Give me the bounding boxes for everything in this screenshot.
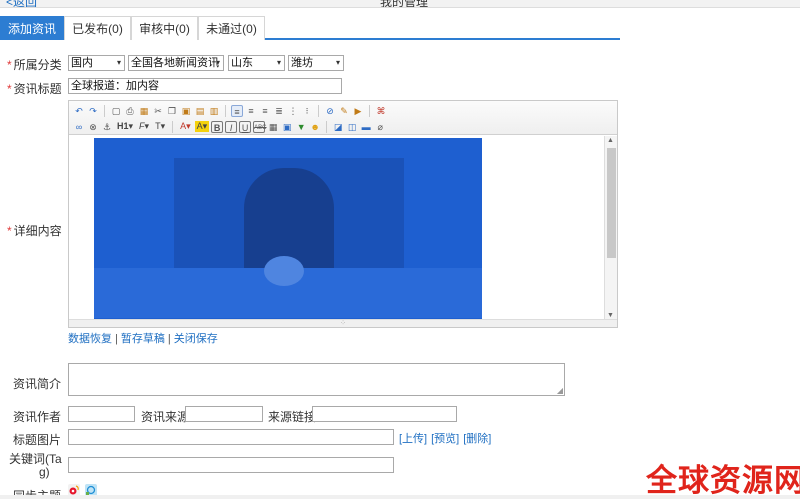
italic-button[interactable]: I bbox=[225, 120, 238, 133]
title-image-label: 标题图片 bbox=[13, 433, 62, 447]
title-image-actions: [上传] [预览] [删除] bbox=[399, 430, 495, 446]
source-input[interactable] bbox=[185, 406, 263, 422]
scrollbar-thumb[interactable] bbox=[607, 148, 616, 258]
editor-resize-handle[interactable]: ⁘ bbox=[69, 319, 617, 327]
category-select-1[interactable]: 国内 ▾ bbox=[68, 55, 125, 71]
flash-icon[interactable]: ▼ bbox=[295, 121, 307, 133]
preview-icon[interactable]: ▢ bbox=[110, 105, 122, 117]
chevron-down-icon: ▾ bbox=[116, 58, 121, 67]
tab-rejected[interactable]: 未通过(0) bbox=[198, 16, 265, 40]
scroll-down-icon[interactable]: ▼ bbox=[607, 312, 614, 319]
keywords-input[interactable] bbox=[68, 457, 394, 473]
summary-label: 资讯简介 bbox=[13, 377, 62, 391]
strikethrough-button[interactable]: ABC bbox=[253, 120, 267, 133]
copy-icon[interactable]: ❐ bbox=[166, 105, 178, 117]
category-select-2[interactable]: 全国各地新闻资讯 ▾ bbox=[128, 55, 224, 71]
content-label: * 详细内容 bbox=[7, 224, 62, 238]
paste-icon[interactable]: ▣ bbox=[180, 105, 192, 117]
title-input[interactable]: 全球报道：加内容 bbox=[68, 78, 342, 94]
category-select-4[interactable]: 潍坊 ▾ bbox=[288, 55, 344, 71]
author-input[interactable] bbox=[68, 406, 135, 422]
rich-text-editor[interactable]: ↶ ↷ ▢ ⎙ ▦ ✂ ❐ ▣ ▤ ▥ ≡ ≡ ≡ ≣ ⋮ ⁝ ⊘ ✎ ▶ ⌘ … bbox=[68, 100, 618, 328]
chevron-down-icon: ▾ bbox=[215, 58, 220, 67]
select-all-icon[interactable]: ▶ bbox=[352, 105, 364, 117]
brush-icon[interactable]: ✎ bbox=[338, 105, 350, 117]
align-left-icon[interactable]: ≡ bbox=[231, 104, 243, 117]
align-center-icon[interactable]: ≡ bbox=[245, 105, 257, 117]
chevron-down-icon: ▾ bbox=[335, 58, 340, 67]
save-draft-link[interactable]: 暂存草稿 bbox=[121, 333, 165, 345]
source-label: 资讯来源 bbox=[141, 410, 190, 424]
back-link[interactable]: <返回 bbox=[6, 0, 37, 7]
tab-pending[interactable]: 审核中(0) bbox=[131, 16, 198, 40]
print-icon[interactable]: ⎙ bbox=[124, 105, 136, 117]
insert-image-icon[interactable]: ◪ bbox=[332, 121, 344, 133]
author-label: 资讯作者 bbox=[13, 410, 62, 424]
table-icon[interactable]: ▦ bbox=[267, 121, 279, 133]
paste-word-icon[interactable]: ▥ bbox=[208, 105, 220, 117]
keywords-label: 关键词(Ta g) bbox=[9, 452, 62, 479]
editor-toolbar: ↶ ↷ ▢ ⎙ ▦ ✂ ❐ ▣ ▤ ▥ ≡ ≡ ≡ ≣ ⋮ ⁝ ⊘ ✎ ▶ ⌘ … bbox=[69, 101, 617, 135]
attachment-icon[interactable]: ⌀ bbox=[374, 121, 386, 133]
anchor-icon[interactable]: ⚓ bbox=[101, 121, 113, 133]
watermark-logo: 全球资源网 bbox=[646, 463, 800, 499]
tab-bar: 添加资讯 已发布(0) 审核中(0) 未通过(0) bbox=[0, 16, 620, 40]
image-icon[interactable]: ▣ bbox=[281, 121, 293, 133]
title-label: * 资讯标题 bbox=[7, 82, 62, 96]
font-color-icon[interactable]: A▾ bbox=[178, 121, 193, 132]
clear-format-icon[interactable]: ⊘ bbox=[324, 105, 336, 117]
top-header: <返回 我的管理 bbox=[0, 0, 800, 8]
cut-icon[interactable]: ✂ bbox=[152, 105, 164, 117]
required-mark: * bbox=[7, 58, 12, 72]
resize-grip-icon[interactable]: ◢ bbox=[557, 386, 563, 395]
tab-published[interactable]: 已发布(0) bbox=[64, 16, 131, 40]
highlight-icon[interactable]: A▾ bbox=[194, 121, 210, 132]
restore-data-link[interactable]: 数据恢复 bbox=[68, 333, 112, 345]
title-image-input[interactable] bbox=[68, 429, 394, 445]
category-label: * 所属分类 bbox=[7, 58, 62, 72]
editor-scrollbar[interactable]: ▲ ▼ bbox=[604, 136, 617, 320]
unordered-list-icon[interactable]: ⁝ bbox=[301, 105, 313, 117]
bold-button[interactable]: B bbox=[211, 120, 224, 133]
align-justify-icon[interactable]: ≣ bbox=[273, 105, 285, 117]
source-icon[interactable]: ⌘ bbox=[375, 105, 387, 117]
source-link-input[interactable] bbox=[312, 406, 457, 422]
insert-media-icon[interactable]: ◫ bbox=[346, 121, 358, 133]
preview-link[interactable]: [预览] bbox=[431, 433, 459, 445]
tab-add-news[interactable]: 添加资讯 bbox=[0, 16, 64, 40]
undo-icon[interactable]: ↶ bbox=[73, 105, 85, 117]
unlink-icon[interactable]: ⊗ bbox=[87, 121, 99, 133]
paste-text-icon[interactable]: ▤ bbox=[194, 105, 206, 117]
font-size-button[interactable]: T▾ bbox=[153, 121, 167, 132]
category-select-3[interactable]: 山东 ▾ bbox=[228, 55, 285, 71]
link-icon[interactable]: ∞ bbox=[73, 121, 85, 133]
delete-link[interactable]: [删除] bbox=[463, 433, 491, 445]
font-family-button[interactable]: F▾ bbox=[137, 121, 151, 132]
scroll-up-icon[interactable]: ▲ bbox=[607, 137, 614, 144]
chevron-down-icon: ▾ bbox=[276, 58, 281, 67]
underline-button[interactable]: U bbox=[239, 120, 252, 133]
required-mark: * bbox=[7, 82, 12, 96]
template-icon[interactable]: ▦ bbox=[138, 105, 150, 117]
required-mark: * bbox=[7, 224, 12, 238]
upload-link[interactable]: [上传] bbox=[399, 433, 427, 445]
editor-content-area[interactable] bbox=[69, 136, 604, 320]
redo-icon[interactable]: ↷ bbox=[87, 105, 99, 117]
content-image bbox=[94, 138, 482, 320]
close-save-link[interactable]: 关闭保存 bbox=[174, 333, 218, 345]
align-right-icon[interactable]: ≡ bbox=[259, 105, 271, 117]
emoticon-icon[interactable]: ☻ bbox=[309, 121, 321, 133]
editor-actions: 数据恢复 | 暂存草稿 | 关闭保存 bbox=[68, 333, 218, 345]
heading-button[interactable]: H1▾ bbox=[115, 121, 135, 132]
bottom-strip bbox=[0, 495, 800, 499]
ordered-list-icon[interactable]: ⋮ bbox=[287, 105, 299, 117]
page-title: 我的管理 bbox=[380, 0, 429, 8]
source-link-label: 来源链接 bbox=[268, 410, 317, 424]
summary-textarea[interactable]: ◢ bbox=[68, 363, 565, 396]
insert-video-icon[interactable]: ▬ bbox=[360, 121, 372, 133]
